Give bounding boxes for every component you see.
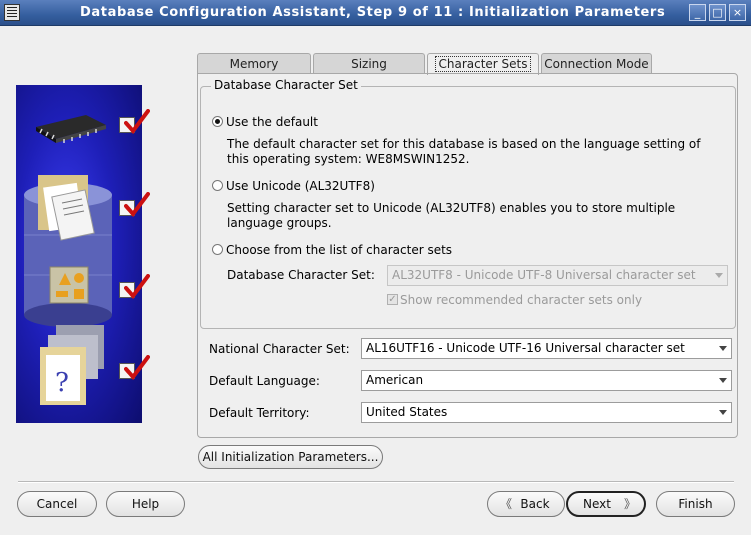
choose-charset-label[interactable]: Choose from the list of character sets (226, 243, 452, 257)
db-charset-select[interactable]: AL32UTF8 - Unicode UTF-8 Universal chara… (387, 265, 728, 286)
svg-text:?: ? (55, 368, 69, 398)
db-charset-label: Database Character Set: (227, 268, 375, 282)
red-check-icon (124, 109, 150, 135)
finish-button[interactable]: Finish (656, 491, 735, 517)
tab-character-sets[interactable]: Character Sets (427, 53, 539, 75)
national-charset-select[interactable]: AL16UTF16 - Unicode UTF-16 Universal cha… (361, 338, 732, 359)
tab-character-sets-label: Character Sets (435, 56, 531, 72)
next-button-label: Next (583, 497, 611, 511)
use-default-radio[interactable] (212, 116, 223, 127)
tab-connection-mode[interactable]: Connection Mode (541, 53, 652, 74)
wizard-illustration: ? (16, 85, 150, 423)
default-language-select[interactable]: American (361, 370, 732, 391)
chevron-down-icon (719, 346, 727, 351)
title-bar: Database Configuration Assistant, Step 9… (0, 0, 751, 26)
choose-charset-radio[interactable] (212, 244, 223, 255)
chevron-down-icon (719, 378, 727, 383)
footer-separator (18, 481, 734, 483)
tab-memory[interactable]: Memory (197, 53, 311, 74)
window-title: Database Configuration Assistant, Step 9… (80, 5, 666, 20)
window-menu-icon[interactable] (4, 4, 20, 21)
default-language-label: Default Language: (209, 374, 320, 388)
default-territory-select[interactable]: United States (361, 402, 732, 423)
back-button-label: Back (520, 497, 550, 511)
db-charset-value: AL32UTF8 - Unicode UTF-8 Universal chara… (392, 268, 696, 282)
national-charset-value: AL16UTF16 - Unicode UTF-16 Universal cha… (366, 341, 685, 355)
help-documents-icon: ? (40, 325, 104, 405)
chevron-down-icon (715, 273, 723, 278)
all-init-params-button[interactable]: All Initialization Parameters... (198, 445, 383, 469)
chevron-left-icon: 《 (500, 497, 513, 511)
national-charset-label: National Character Set: (209, 342, 350, 356)
database-charset-group-title: Database Character Set (211, 78, 361, 92)
show-recommended-checkbox[interactable]: ✓ (387, 294, 398, 305)
default-territory-label: Default Territory: (209, 406, 310, 420)
back-button[interactable]: 《 Back (487, 491, 565, 517)
tab-sizing-label: Sizing (351, 57, 387, 71)
show-recommended-label: Show recommended character sets only (400, 293, 643, 307)
tab-sizing[interactable]: Sizing (313, 53, 425, 74)
red-check-icon (124, 274, 150, 300)
red-check-icon (124, 192, 150, 218)
tab-memory-label: Memory (229, 57, 279, 71)
shapes-tile-icon (49, 266, 89, 304)
use-unicode-description: Setting character set to Unicode (AL32UT… (227, 201, 676, 230)
minimize-button[interactable]: _ (689, 4, 706, 21)
use-default-description: The default character set for this datab… (227, 137, 701, 166)
use-unicode-label[interactable]: Use Unicode (AL32UTF8) (226, 179, 375, 193)
next-button[interactable]: Next 》 (566, 491, 646, 517)
use-default-label[interactable]: Use the default (226, 115, 318, 129)
close-button[interactable]: × (729, 4, 746, 21)
use-unicode-radio[interactable] (212, 180, 223, 191)
default-language-value: American (366, 373, 424, 387)
cancel-button[interactable]: Cancel (17, 491, 97, 517)
chevron-right-icon: 》 (623, 497, 636, 511)
chevron-down-icon (719, 410, 727, 415)
tab-connection-mode-label: Connection Mode (544, 57, 649, 71)
help-button[interactable]: Help (106, 491, 185, 517)
default-territory-value: United States (366, 405, 448, 419)
red-check-icon (124, 355, 150, 381)
maximize-button[interactable]: □ (709, 4, 726, 21)
memory-chip-icon (36, 115, 106, 143)
